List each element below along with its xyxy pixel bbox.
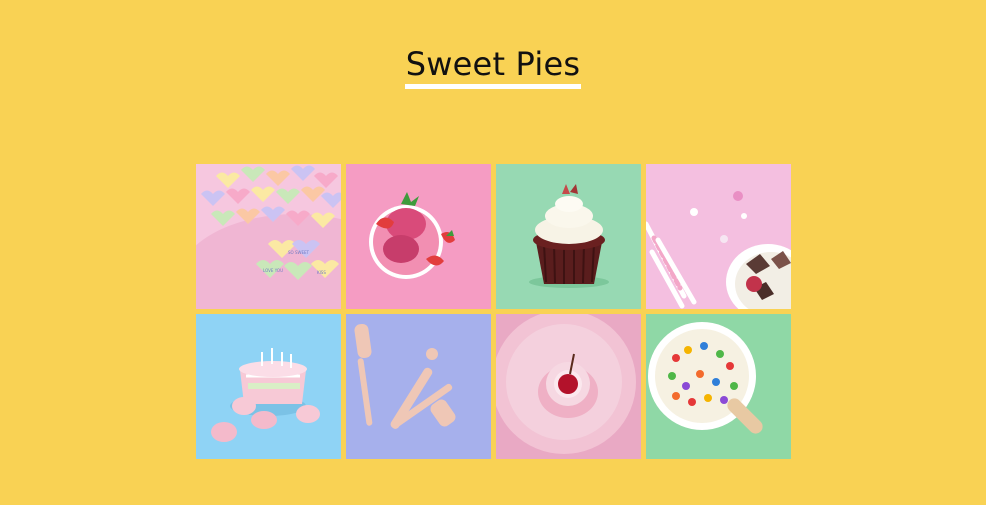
candy-ice-cream-bowl-image: [646, 314, 791, 459]
header: Sweet Pies: [0, 44, 986, 89]
meringues-straws-image: [646, 164, 791, 309]
page-title: Sweet Pies: [404, 44, 582, 89]
baking-utensils-image: [346, 314, 491, 459]
gallery-image-red-velvet-cupcake[interactable]: [496, 164, 641, 309]
image-gallery: LOVE YOU SO SWEET KISS: [196, 164, 791, 459]
gallery-image-candy-ice-cream-bowl[interactable]: [646, 314, 791, 459]
slice-cake-candles-image: [196, 314, 341, 459]
heart-text-1: LOVE YOU: [263, 268, 283, 273]
gallery-image-baking-utensils[interactable]: [346, 314, 491, 459]
strawberry-ice-cream-image: [346, 164, 491, 309]
gallery-image-cherry-cupcake-plate[interactable]: [496, 314, 641, 459]
gallery-image-candy-hearts[interactable]: LOVE YOU SO SWEET KISS: [196, 164, 341, 309]
cherry-cupcake-plate-image: [496, 314, 641, 459]
gallery-image-strawberry-ice-cream[interactable]: [346, 164, 491, 309]
red-velvet-cupcake-image: [496, 164, 641, 309]
gallery-image-slice-cake-candles[interactable]: [196, 314, 341, 459]
heart-text-3: KISS: [317, 270, 326, 275]
candy-hearts-image: LOVE YOU SO SWEET KISS: [196, 164, 341, 309]
heart-text-2: SO SWEET: [288, 250, 310, 255]
gallery-image-meringues-straws[interactable]: [646, 164, 791, 309]
